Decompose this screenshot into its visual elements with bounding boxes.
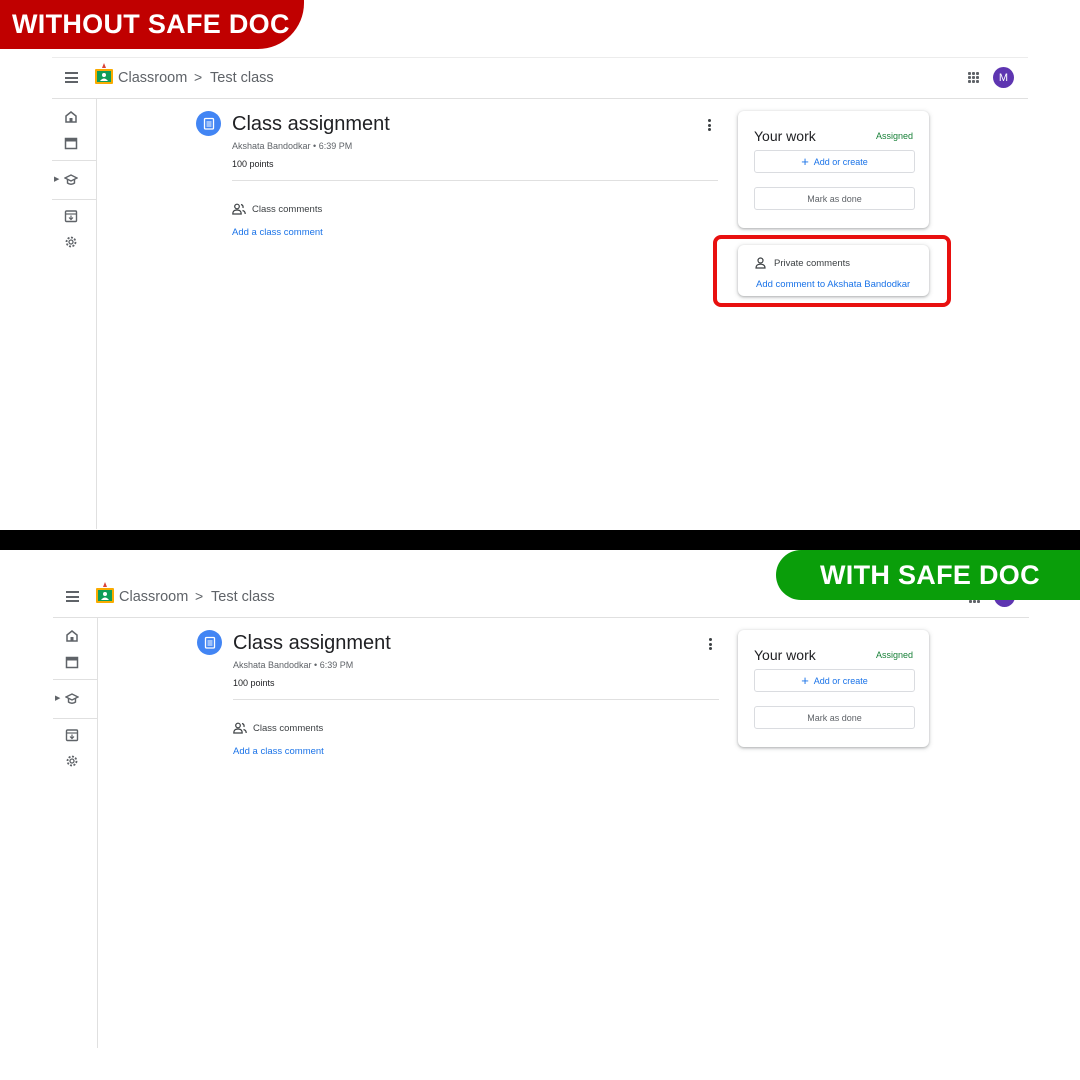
without-safe-doc-panel: WITHOUT SAFE DOC Classroom > Test class …	[0, 0, 1080, 530]
status-badge: Assigned	[875, 131, 913, 141]
main-menu-icon[interactable]	[66, 591, 79, 602]
assignment-icon	[196, 111, 221, 136]
archive-icon[interactable]	[64, 209, 78, 223]
your-work-title: Your work	[754, 128, 816, 144]
caret-right-icon[interactable]: ▶	[54, 175, 59, 183]
settings-icon[interactable]	[65, 754, 79, 768]
content-divider	[233, 699, 719, 700]
plus-icon: +	[801, 673, 809, 688]
add-class-comment-link[interactable]: Add a class comment	[233, 746, 324, 757]
classroom-logo-icon[interactable]	[95, 582, 115, 604]
highlight-box	[713, 235, 951, 307]
avatar[interactable]: M	[993, 67, 1014, 88]
panel-divider	[0, 530, 1080, 550]
add-class-comment-link[interactable]: Add a class comment	[232, 227, 323, 238]
breadcrumb-separator: >	[194, 69, 203, 85]
sidebar-divider	[52, 160, 97, 161]
top-bar: Classroom > Test class M	[52, 57, 1028, 99]
calendar-icon[interactable]	[64, 136, 78, 150]
add-or-create-button[interactable]: + Add or create	[754, 150, 915, 173]
breadcrumb-class-name[interactable]: Test class	[210, 70, 274, 86]
main-menu-icon[interactable]	[65, 72, 78, 83]
archive-icon[interactable]	[65, 728, 79, 742]
assignment-points: 100 points	[232, 159, 274, 169]
add-or-create-button[interactable]: + Add or create	[754, 669, 915, 692]
your-work-card: Your work Assigned + Add or create Mark …	[738, 111, 929, 228]
content-divider	[232, 180, 718, 181]
home-icon[interactable]	[65, 629, 79, 643]
sidebar: ▶	[52, 99, 97, 529]
assignment-author-time: Akshata Bandodkar • 6:39 PM	[232, 141, 353, 151]
assignment-title: Class assignment	[233, 632, 391, 654]
mark-as-done-button[interactable]: Mark as done	[754, 187, 915, 210]
breadcrumb-class-name[interactable]: Test class	[211, 589, 275, 605]
add-or-create-label: Add or create	[813, 675, 868, 686]
enrolled-classes-icon[interactable]	[65, 692, 79, 706]
breadcrumb-classroom[interactable]: Classroom	[119, 589, 188, 605]
sidebar-divider	[53, 718, 98, 719]
classroom-logo-icon[interactable]	[94, 63, 114, 85]
sidebar-divider	[53, 679, 98, 680]
plus-icon: +	[801, 154, 809, 169]
add-or-create-label: Add or create	[813, 156, 868, 167]
without-safe-doc-badge: WITHOUT SAFE DOC	[0, 0, 304, 49]
assignment-title: Class assignment	[232, 113, 390, 135]
calendar-icon[interactable]	[65, 655, 79, 669]
breadcrumb-classroom[interactable]: Classroom	[118, 70, 187, 86]
mark-as-done-button[interactable]: Mark as done	[754, 706, 915, 729]
settings-icon[interactable]	[64, 235, 78, 249]
class-comments-icon	[233, 722, 247, 734]
sidebar-divider	[52, 199, 97, 200]
assignment-icon	[197, 630, 222, 655]
assignment-points: 100 points	[233, 678, 275, 688]
assignment-author-time: Akshata Bandodkar • 6:39 PM	[233, 660, 354, 670]
more-options-icon[interactable]	[708, 119, 711, 131]
caret-right-icon[interactable]: ▶	[55, 694, 60, 702]
home-icon[interactable]	[64, 110, 78, 124]
sidebar: ▶	[53, 618, 98, 1048]
with-safe-doc-badge: WITH SAFE DOC	[776, 550, 1080, 600]
more-options-icon[interactable]	[709, 638, 712, 650]
class-comments-label: Class comments	[253, 723, 324, 734]
enrolled-classes-icon[interactable]	[64, 173, 78, 187]
your-work-card: Your work Assigned + Add or create Mark …	[738, 630, 929, 747]
breadcrumb-separator: >	[195, 588, 204, 604]
class-comments-icon	[232, 203, 246, 215]
with-safe-doc-panel: Classroom > Test class M ▶	[0, 550, 1080, 1080]
class-comments-label: Class comments	[252, 204, 323, 215]
your-work-title: Your work	[754, 647, 816, 663]
status-badge: Assigned	[875, 650, 913, 660]
google-apps-icon[interactable]	[968, 72, 979, 83]
